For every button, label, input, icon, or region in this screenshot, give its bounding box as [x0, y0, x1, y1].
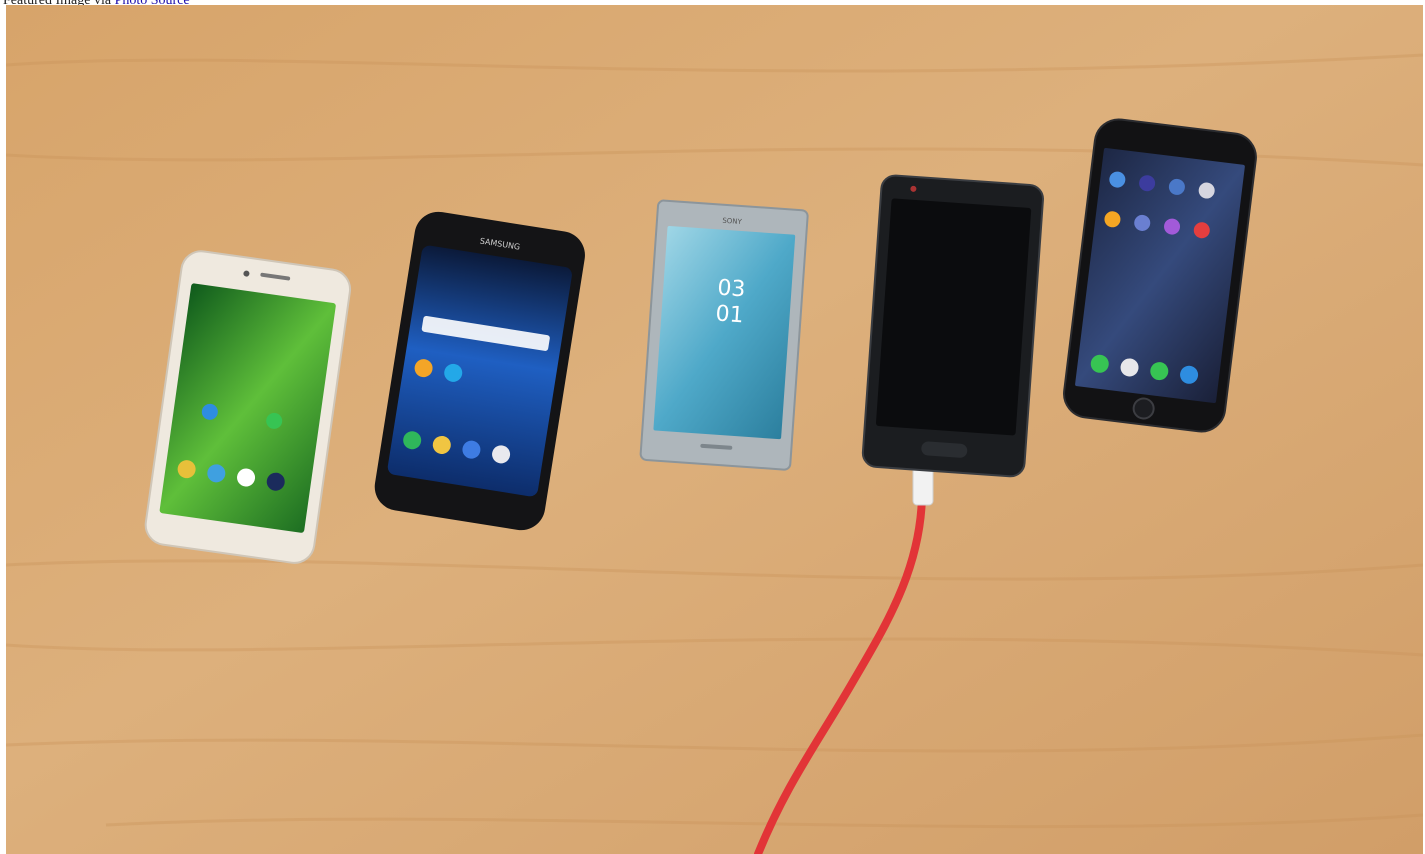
phones-photo: SAMSUNG SONY 03 01 — [6, 5, 1423, 854]
sony-brand-text: SONY — [722, 217, 743, 226]
sony-clock-minute: 01 — [715, 301, 745, 328]
sony-clock-hour: 03 — [717, 276, 747, 303]
cable-connector — [912, 466, 934, 506]
sony-phone: SONY 03 01 — [639, 199, 809, 471]
oneplus-phone — [861, 174, 1044, 478]
